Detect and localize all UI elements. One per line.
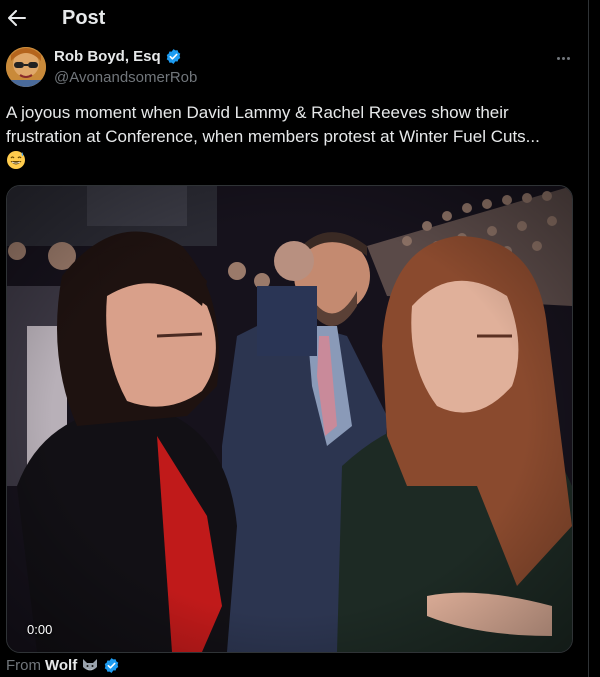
video-player[interactable]: 0:00	[6, 185, 573, 653]
more-dot-icon	[556, 56, 560, 60]
arrow-left-icon	[8, 10, 26, 26]
post-body: A joyous moment when David Lammy & Rache…	[6, 103, 540, 146]
video-timestamp: 0:00	[27, 622, 53, 637]
author-handle[interactable]: @AvonandsomerRob	[54, 69, 197, 86]
more-dot-icon	[566, 56, 570, 60]
wolf-emoji-icon	[83, 658, 98, 670]
more-options-button[interactable]	[552, 50, 574, 66]
column-divider	[588, 0, 589, 677]
attribution-source[interactable]: Wolf	[45, 657, 77, 674]
page-title: Post	[62, 7, 106, 29]
grinning-sweat-emoji-icon	[7, 151, 25, 169]
more-dot-icon	[561, 56, 565, 60]
attribution-prefix: From	[6, 657, 41, 674]
avatar-image	[6, 47, 46, 87]
video-frame	[7, 186, 572, 652]
verified-badge-icon	[104, 658, 119, 673]
verified-badge-icon	[166, 49, 180, 64]
post-header: Post	[0, 0, 588, 38]
attribution: From Wolf	[6, 657, 120, 674]
author-name-link[interactable]: Rob Boyd, Esq	[54, 48, 182, 65]
author-name: Rob Boyd, Esq	[54, 48, 161, 65]
post-text: A joyous moment when David Lammy & Rache…	[6, 101, 576, 173]
back-button[interactable]	[6, 4, 28, 32]
avatar[interactable]	[6, 47, 46, 87]
